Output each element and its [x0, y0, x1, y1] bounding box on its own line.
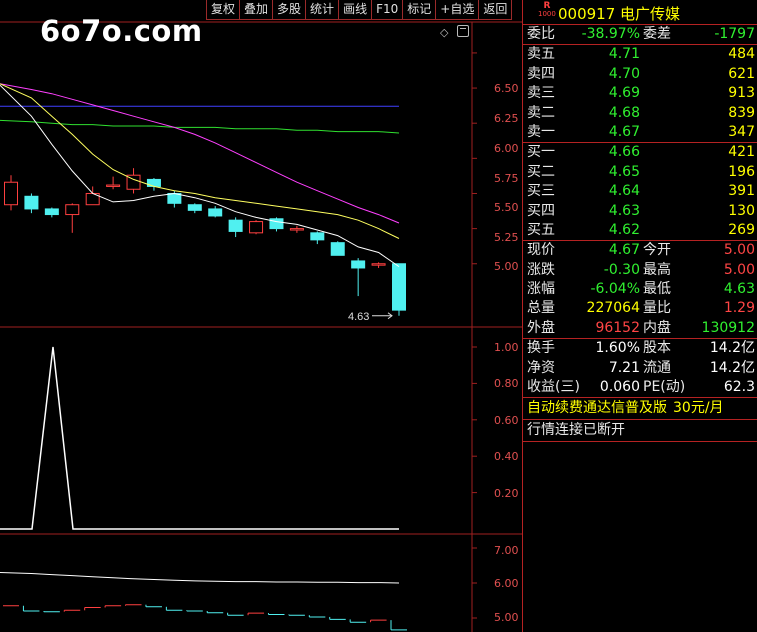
watermark-logo: 6o7o.com	[40, 14, 203, 48]
toolbar-button-statistics[interactable]: 统计	[305, 0, 340, 20]
ask-row[interactable]: 卖三 4.69 913	[523, 84, 757, 103]
quote-panel: R 1000 000917 电广传媒 委比 -38.97% 委差 -1797 卖…	[522, 0, 757, 632]
fund-row: 净资 7.21 流通 14.2亿	[527, 359, 755, 376]
lower-axis-label: 5.00	[494, 611, 519, 624]
chart-area[interactable]: 4.63 6o7o.com 复权 叠加 多股 统计 画线 F10 标记 +自选 …	[0, 0, 522, 632]
bid-row[interactable]: 买三 4.64 391	[523, 182, 757, 201]
stat-row: 总量 227064 量比 1.29	[527, 300, 755, 317]
candle-down	[208, 208, 223, 217]
candle-up	[371, 263, 386, 266]
toolbar-button-back[interactable]: 返回	[478, 0, 513, 20]
indicator-axis-label: 0.60	[494, 414, 519, 427]
lower-axis-label: 7.00	[494, 544, 519, 557]
indicator-axis-label: 0.20	[494, 487, 519, 500]
stat-row: 现价 4.67 今开 5.00	[527, 242, 755, 259]
price-axis-label: 6.25	[494, 112, 519, 125]
diamond-icon[interactable]: ◇	[440, 26, 448, 39]
indicator-axis-label: 0.80	[494, 377, 519, 390]
weibi-value: -38.97%	[581, 26, 640, 42]
bid-row[interactable]: 买二 4.65 196	[523, 163, 757, 182]
toolbar-button-overlay[interactable]: 叠加	[239, 0, 274, 20]
subscription-ad-link[interactable]: 自动续费通达信普及版 30元/月	[523, 398, 757, 421]
indicator-line	[0, 346, 399, 530]
fund-row: 收益(三) 0.060 PE(动) 62.3	[527, 379, 755, 396]
toolbar-button-f10[interactable]: F10	[371, 0, 404, 20]
chart-toolbar: 复权 叠加 多股 统计 画线 F10 标记 +自选 返回	[206, 0, 513, 21]
price-axis-label: 5.00	[494, 260, 519, 273]
minimize-panel-icon[interactable]	[457, 25, 469, 37]
price-axis-label: 5.25	[494, 231, 519, 244]
candle-up	[249, 221, 264, 234]
ma20-line	[0, 83, 400, 224]
ask-row[interactable]: 卖五 4.71 484	[523, 45, 757, 64]
ask-row[interactable]: 卖一 4.67 347	[523, 123, 757, 142]
candle-down	[351, 260, 366, 269]
price-stats: 现价 4.67 今开 5.00 涨跌 -0.30 最高 5.00 涨幅 -6.04% 最低 4.6…	[523, 241, 757, 340]
lower-line	[0, 572, 400, 584]
candle-up	[289, 228, 304, 231]
stat-row: 涨跌 -0.30 最高 5.00	[527, 261, 755, 278]
candle-up	[4, 181, 18, 206]
indicator-axis-label: 1.00	[494, 341, 519, 354]
stat-row: 外盘 96152 内盘 130912	[527, 319, 755, 336]
chart-canvas[interactable]: 4.63	[0, 0, 522, 632]
price-axis-label: 6.00	[494, 142, 519, 155]
price-axis-label: 5.75	[494, 172, 519, 185]
bid-row[interactable]: 买一 4.66 421	[523, 143, 757, 162]
fund-row: 换手 1.60% 股本 14.2亿	[527, 340, 755, 357]
toolbar-button-fuquan[interactable]: 复权	[206, 0, 241, 20]
stock-title-bar[interactable]: R 1000 000917 电广传媒	[523, 0, 757, 25]
candle-up	[65, 204, 80, 216]
toolbar-button-draw-line[interactable]: 画线	[338, 0, 373, 20]
candle-down	[167, 192, 182, 204]
weicha-value: -1797	[714, 26, 755, 42]
candle-down	[228, 219, 243, 232]
toolbar-button-multi-stock[interactable]: 多股	[272, 0, 307, 20]
toolbar-button-mark[interactable]: 标记	[402, 0, 437, 20]
candle-down	[44, 208, 59, 216]
candle-down	[146, 178, 161, 187]
stock-code-name: 000917 电广传媒	[558, 5, 681, 23]
candle-down	[392, 263, 406, 311]
candle-up	[106, 184, 121, 187]
price-axis-label: 6.50	[494, 82, 519, 95]
bid-row[interactable]: 买四 4.63 130	[523, 202, 757, 221]
ask-row[interactable]: 卖二 4.68 839	[523, 104, 757, 123]
fundamentals: 换手 1.60% 股本 14.2亿 净资 7.21 流通 14.2亿 收益(三) 0.060 P…	[523, 339, 757, 399]
connection-status: 行情连接已断开	[523, 420, 757, 443]
candle-down	[24, 195, 39, 210]
ask-row[interactable]: 卖四 4.70 621	[523, 65, 757, 84]
bid-book: 买一 4.66 421 买二 4.65 196 买三 4.64 391 买四 4.63 130 …	[523, 143, 757, 242]
toolbar-button-add-watchlist[interactable]: +自选	[435, 0, 480, 20]
ma60-line	[0, 119, 400, 134]
ask-book: 卖五 4.71 484 卖四 4.70 621 卖三 4.69 913 卖二 4.68 839 …	[523, 45, 757, 144]
bid-row[interactable]: 买五 4.62 269	[523, 221, 757, 240]
weibi-row: 委比 -38.97% 委差 -1797	[523, 25, 757, 46]
candle-down	[310, 232, 325, 241]
lower-axis-label: 6.00	[494, 577, 519, 590]
low-marker-label: 4.63	[348, 311, 369, 323]
candle-down	[187, 204, 202, 211]
candle-down	[330, 242, 345, 256]
stat-row: 涨幅 -6.04% 最低 4.63	[527, 281, 755, 298]
indicator-axis-label: 0.40	[494, 450, 519, 463]
price-axis-label: 5.50	[494, 201, 519, 214]
ma10-line	[0, 83, 400, 239]
ma5-line	[0, 84, 400, 268]
rating-badge: R 1000	[538, 1, 556, 19]
